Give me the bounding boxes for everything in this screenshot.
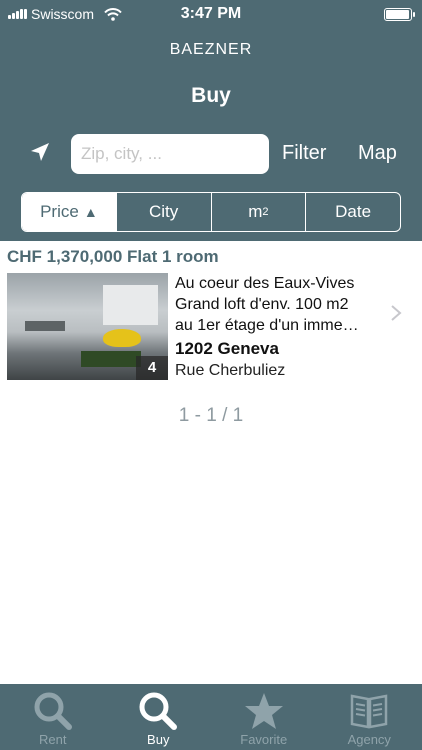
header: Swisscom 3:47 PM BAEZNER Buy Filter Map …: [0, 0, 422, 241]
tab-agency[interactable]: Agency: [317, 684, 422, 750]
photo-desk: [25, 321, 65, 331]
listing-description: Au coeur des Eaux-Vives Grand loft d'env…: [175, 273, 383, 336]
listing-photo: 4: [7, 273, 168, 380]
tab-rent[interactable]: Rent: [0, 684, 106, 750]
brand-title: BAEZNER: [169, 41, 253, 58]
tab-rent-label: Rent: [39, 732, 67, 747]
photo-chair: [103, 329, 141, 347]
filter-button[interactable]: Filter: [282, 142, 326, 165]
page-title: Buy: [191, 84, 231, 107]
search-icon: [139, 692, 178, 730]
sort-ascending-icon: ▲: [83, 204, 98, 220]
location-arrow-icon[interactable]: [28, 140, 52, 164]
tab-bar: Rent Buy Favorite Agency: [0, 684, 422, 750]
listing-item[interactable]: CHF 1,370,000 Flat 1 room 4 Au coeur des…: [0, 241, 422, 383]
listing-city: 1202 Geneva: [175, 339, 279, 358]
map-button[interactable]: Map: [358, 142, 397, 165]
tab-buy-label: Buy: [147, 732, 170, 747]
sort-area-segment[interactable]: m2: [210, 193, 306, 231]
star-icon: [244, 693, 283, 729]
tab-favorite-label: Favorite: [240, 732, 288, 747]
photo-window: [103, 285, 158, 325]
sort-area-label: m: [248, 202, 263, 221]
description-line: Grand loft d'env. 100 m2: [175, 296, 349, 313]
listing-street: Rue Cherbuliez: [175, 362, 286, 379]
listing-title: CHF 1,370,000 Flat 1 room: [7, 247, 219, 266]
description-line: au 1er étage d'un imme…: [175, 317, 359, 334]
book-icon: [351, 694, 388, 729]
tab-favorite[interactable]: Favorite: [211, 684, 317, 750]
sort-city-segment[interactable]: City: [115, 193, 211, 231]
photo-rug: [81, 351, 141, 367]
sort-date-segment[interactable]: Date: [305, 193, 400, 231]
pagination-label: 1 - 1 / 1: [178, 405, 244, 426]
sort-area-superscript: 2: [262, 206, 269, 218]
battery-icon: [384, 8, 415, 21]
toolbar: Filter Map: [0, 132, 422, 176]
search-icon: [34, 692, 72, 730]
photo-count-badge: 4: [136, 356, 168, 380]
sort-segmented-control: Price ▲ City m2 Date: [21, 192, 401, 232]
sort-date-label: Date: [335, 202, 372, 221]
battery-fill: [386, 10, 409, 19]
chevron-right-icon: [391, 305, 402, 321]
tab-agency-label: Agency: [347, 732, 391, 747]
status-time: 3:47 PM: [180, 5, 242, 22]
tab-buy[interactable]: Buy: [106, 684, 212, 750]
description-line: Au coeur des Eaux-Vives: [175, 275, 355, 292]
sort-price-segment[interactable]: Price ▲: [22, 193, 116, 231]
sort-price-label: Price: [40, 202, 79, 221]
search-input[interactable]: [71, 134, 269, 174]
sort-city-label: City: [148, 202, 179, 221]
status-bar: Swisscom 3:47 PM: [0, 0, 422, 28]
